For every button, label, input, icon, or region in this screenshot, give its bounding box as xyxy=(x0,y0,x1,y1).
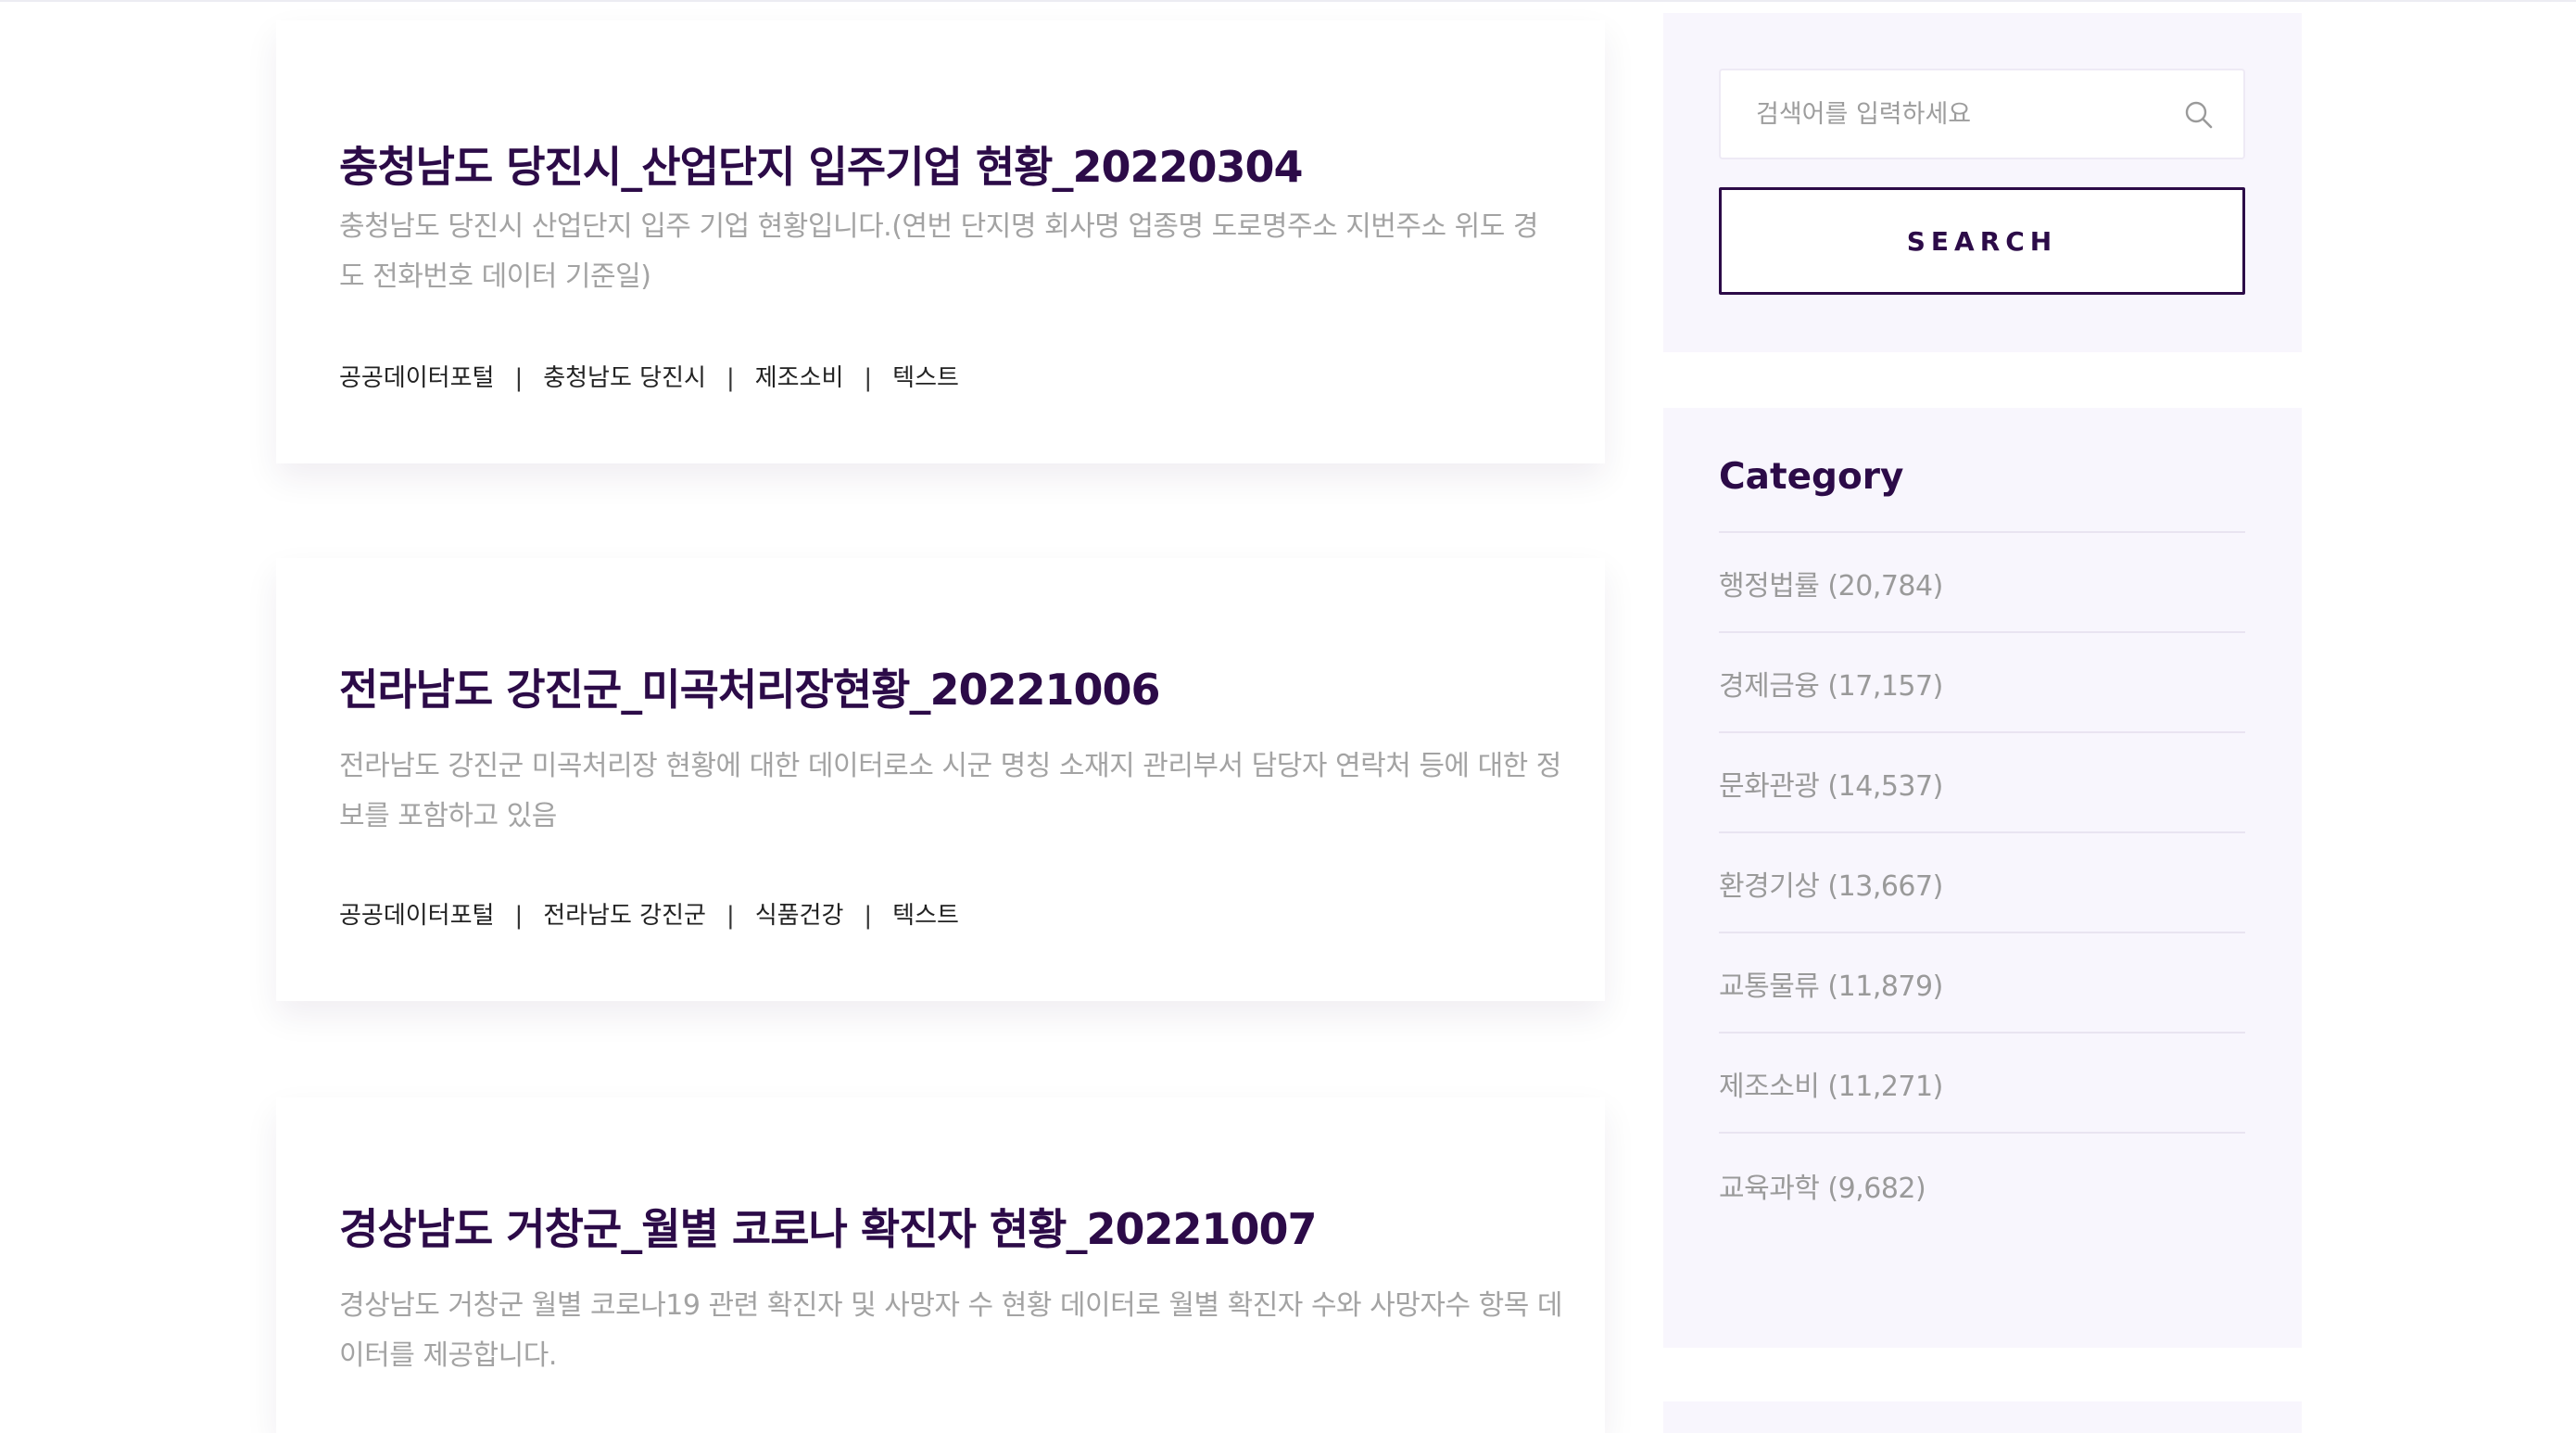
post-description: 전라남도 강진군 미곡처리장 현황에 대한 데이터로소 시군 명칭 소재지 관리… xyxy=(339,750,1561,832)
category-item: 교통물류 (11,879) xyxy=(1719,933,2245,1034)
post-tags: 공공데이터포털 | 전라남도 강진군 | 식품건강 | 텍스트 xyxy=(339,897,959,934)
category-list: 행정법률 (20,784) 경제금융 (17,157) 문화관광 (14,537… xyxy=(1719,533,2245,1234)
category-item: 제조소비 (11,271) xyxy=(1719,1034,2245,1134)
category-link[interactable]: 행정법률 (20,784) xyxy=(1719,563,1943,603)
tag-region[interactable]: 전라남도 강진군 xyxy=(543,897,706,934)
post-card: 전라남도 강진군_미곡처리장현황_20221006 전라남도 강진군 미곡처리장… xyxy=(276,558,1605,1001)
category-link[interactable]: 교육과학 (9,682) xyxy=(1719,1165,1926,1206)
category-item: 문화관광 (14,537) xyxy=(1719,733,2245,833)
post-tags: 공공데이터포털 | 충청남도 당진시 | 제조소비 | 텍스트 xyxy=(339,360,959,397)
tag-format[interactable]: 텍스트 xyxy=(892,897,959,934)
tag-separator: | xyxy=(726,364,735,392)
tag-separator: | xyxy=(726,902,735,930)
category-item: 환경기상 (13,667) xyxy=(1719,833,2245,933)
tag-source[interactable]: 공공데이터포털 xyxy=(339,897,494,934)
category-link[interactable]: 제조소비 (11,271) xyxy=(1719,1063,1943,1104)
post-title[interactable]: 충청남도 당진시_산업단지 입주기업 현황_20220304 xyxy=(339,139,1304,195)
tag-source[interactable]: 공공데이터포털 xyxy=(339,360,494,397)
search-input[interactable] xyxy=(1719,69,2245,159)
tag-separator: | xyxy=(514,364,524,392)
search-icon[interactable] xyxy=(2182,98,2216,132)
post-card: 경상남도 거창군_월별 코로나 확진자 현황_20221007 경상남도 거창군… xyxy=(276,1097,1605,1433)
post-title[interactable]: 전라남도 강진군_미곡처리장현황_20221006 xyxy=(339,662,1161,717)
category-link[interactable]: 문화관광 (14,537) xyxy=(1719,763,1943,804)
category-widget: Category 행정법률 (20,784) 경제금융 (17,157) 문화관… xyxy=(1663,408,2302,1348)
tag-separator: | xyxy=(864,902,873,930)
category-item: 경제금융 (17,157) xyxy=(1719,633,2245,733)
post-description: 충청남도 당진시 산업단지 입주 기업 현황입니다.(연번 단지명 회사명 업종… xyxy=(339,210,1538,293)
tag-format[interactable]: 텍스트 xyxy=(892,360,959,397)
top-border xyxy=(0,0,2576,2)
tag-region[interactable]: 충청남도 당진시 xyxy=(543,360,706,397)
tag-separator: | xyxy=(864,364,873,392)
category-title: Category xyxy=(1719,456,1904,498)
category-link[interactable]: 경제금융 (17,157) xyxy=(1719,663,1943,704)
category-item: 교육과학 (9,682) xyxy=(1719,1134,2245,1234)
category-item: 행정법률 (20,784) xyxy=(1719,533,2245,633)
category-link[interactable]: 교통물류 (11,879) xyxy=(1719,963,1943,1004)
post-description: 경상남도 거창군 월별 코로나19 관련 확진자 및 사망자 수 현황 데이터로… xyxy=(339,1289,1562,1372)
category-link[interactable]: 환경기상 (13,667) xyxy=(1719,863,1943,904)
tag-category[interactable]: 식품건강 xyxy=(755,897,844,934)
post-title[interactable]: 경상남도 거창군_월별 코로나 확진자 현황_20221007 xyxy=(339,1201,1318,1257)
post-card: 충청남도 당진시_산업단지 입주기업 현황_20220304 충청남도 당진시 … xyxy=(276,20,1605,463)
tag-separator: | xyxy=(514,902,524,930)
next-widget xyxy=(1663,1401,2302,1433)
tag-category[interactable]: 제조소비 xyxy=(755,360,844,397)
search-button[interactable]: SEARCH xyxy=(1719,187,2245,295)
search-widget: SEARCH xyxy=(1663,13,2302,352)
